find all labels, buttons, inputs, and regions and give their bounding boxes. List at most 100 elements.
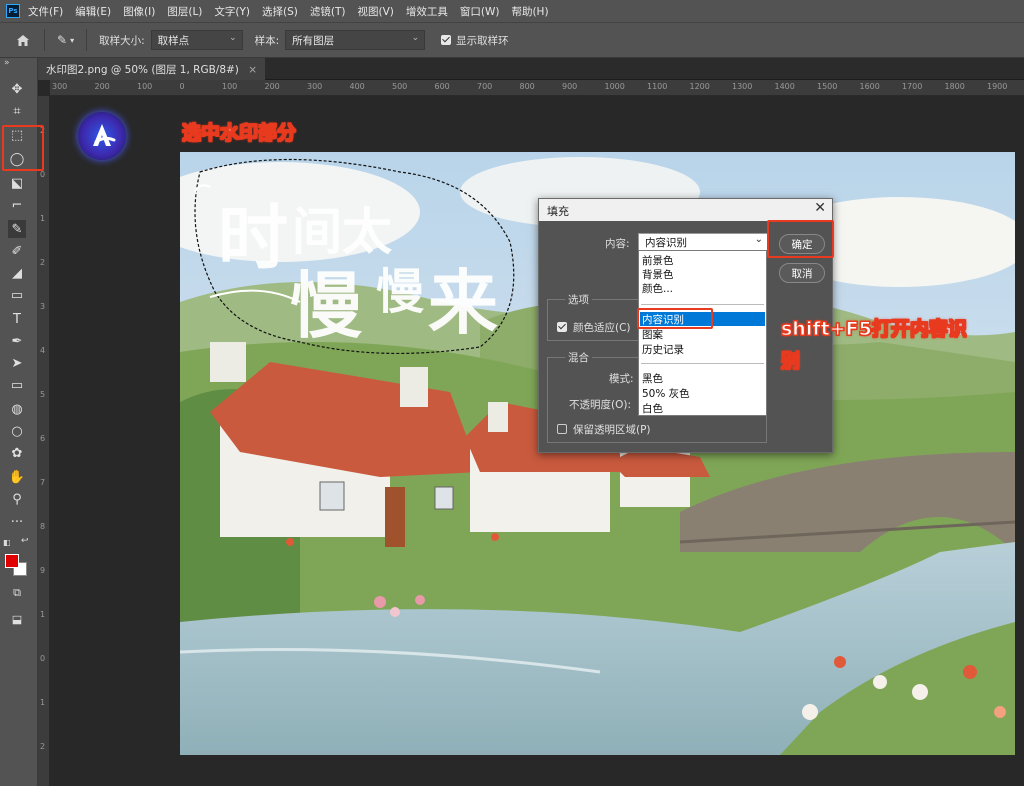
brush-icon[interactable]: ✐	[8, 242, 26, 260]
photoshop-logo-icon: Ps	[6, 4, 20, 18]
zoom-icon[interactable]: ⚲	[8, 490, 26, 508]
ruler-tick-label: 6	[40, 434, 46, 443]
show-ring-label: 显示取样环	[456, 34, 509, 47]
highlight-box-selection-tools	[2, 125, 44, 171]
logo-a-icon	[93, 124, 116, 146]
ruler-tick-label: 1	[40, 698, 46, 707]
menu-plugins[interactable]: 增效工具	[406, 4, 448, 19]
type-icon[interactable]: T	[8, 310, 26, 328]
menu-window[interactable]: 窗口(W)	[460, 4, 500, 19]
option-background[interactable]: 背景色	[642, 267, 674, 282]
vertical-ruler: 201234567891012	[38, 96, 50, 786]
dialog-titlebar: 填充 ✕	[539, 199, 832, 221]
sample-select[interactable]: 所有图层 ⌄	[285, 30, 426, 50]
ruler-tick-label: 1800	[944, 82, 965, 91]
color-adapt-label: 颜色适应(C)	[573, 322, 631, 334]
sample-size-value: 取样点	[157, 35, 190, 47]
horizontal-ruler: 300 200 100 0 100 200 300 400 500 600 700 800 900 100…	[50, 80, 1024, 96]
ruler-tick-label: 9	[40, 566, 46, 575]
crop-icon[interactable]: ⌐	[8, 196, 26, 214]
hand-icon[interactable]: ✋	[8, 468, 26, 486]
cancel-button[interactable]: 取消	[779, 263, 825, 283]
object-select-icon[interactable]: ⬕	[8, 174, 26, 192]
pen-icon[interactable]: ✒	[8, 332, 26, 350]
content-select-value: 内容识别	[645, 237, 687, 249]
menu-file[interactable]: 文件(F)	[28, 4, 63, 19]
tab-close-icon[interactable]: ×	[248, 64, 257, 76]
menu-image[interactable]: 图像(I)	[123, 4, 155, 19]
menu-layer[interactable]: 图层(L)	[167, 4, 202, 19]
option-white[interactable]: 白色	[642, 401, 663, 416]
option-black[interactable]: 黑色	[642, 371, 663, 386]
ruler-tick-label: 1300	[732, 82, 753, 91]
ruler-tick-label: 400	[349, 82, 365, 91]
document-tab[interactable]: 水印图2.png @ 50% (图层 1, RGB/8#) ×	[38, 58, 266, 80]
sample-value: 所有图层	[292, 35, 335, 47]
swap-colors-icon[interactable]: ↩	[21, 536, 29, 546]
custom-shape-icon[interactable]: ✿	[8, 444, 26, 462]
option-foreground[interactable]: 前景色	[642, 253, 674, 268]
ruler-tick-label: 0	[179, 82, 185, 91]
content-select[interactable]: 内容识别 ⌄	[638, 233, 768, 251]
ruler-tick-label: 300	[52, 82, 68, 91]
ruler-tick-label: 0	[40, 654, 46, 663]
preserve-transparency-checkbox[interactable]	[557, 424, 567, 434]
ruler-tick-label: 500	[392, 82, 408, 91]
sample-size-select[interactable]: 取样点 ⌄	[150, 30, 243, 50]
gradient-icon[interactable]: ▭	[8, 286, 26, 304]
ruler-tick-label: 600	[434, 82, 450, 91]
option-color[interactable]: 颜色...	[642, 281, 673, 296]
ruler-tick-label: 2	[40, 258, 46, 267]
options-bar: ✎ ▾ 取样大小: 取样点 ⌄ 样本: 所有图层 ⌄ 显示取样环	[0, 22, 1024, 58]
ellipse-icon[interactable]: ○	[8, 422, 26, 440]
default-colors-icon[interactable]: ◧	[3, 538, 11, 547]
artboard-icon[interactable]: ⌗	[8, 102, 26, 120]
content-label: 内容:	[605, 238, 630, 250]
eyedropper-icon[interactable]: ✎	[8, 220, 26, 238]
ruler-tick-label: 100	[222, 82, 238, 91]
ruler-tick-label: 1700	[902, 82, 923, 91]
dropdown-separator	[641, 363, 764, 364]
ruler-tick-label: 3	[40, 302, 46, 311]
home-icon[interactable]	[14, 34, 32, 47]
close-icon[interactable]: ✕	[814, 200, 826, 216]
ruler-tick-label: 5	[40, 390, 46, 399]
show-ring-checkbox[interactable]: 显示取样环	[441, 33, 509, 48]
rectangle-icon[interactable]: ▭	[8, 376, 26, 394]
path-select-icon[interactable]: ➤	[8, 354, 26, 372]
mode-label: 模式:	[609, 373, 634, 385]
blend-group-label: 混合	[565, 350, 592, 365]
color-adapt-checkbox[interactable]	[557, 322, 567, 332]
paint-bucket-icon[interactable]: ◍	[8, 400, 26, 418]
annotation-shortcut-line2: 别	[780, 350, 801, 373]
more-tools-icon[interactable]: ···	[8, 513, 26, 531]
option-pattern[interactable]: 图案	[642, 327, 663, 342]
ruler-tick-label: 1600	[859, 82, 880, 91]
menu-filter[interactable]: 滤镜(T)	[310, 4, 346, 19]
ruler-tick-label: 1500	[817, 82, 838, 91]
ruler-tick-label: 4	[40, 346, 46, 355]
highlight-box-content-aware	[637, 308, 713, 329]
eraser-icon[interactable]: ◢	[8, 264, 26, 282]
menu-type[interactable]: 文字(Y)	[214, 4, 250, 19]
chevron-down-icon: ⌄	[754, 234, 763, 245]
collapse-panel-icon[interactable]: »	[4, 58, 10, 68]
screen-mode-icon[interactable]: ⧉	[8, 584, 26, 602]
ruler-tick-label: 900	[562, 82, 578, 91]
foreground-color-swatch[interactable]	[5, 554, 19, 568]
menu-edit[interactable]: 编辑(E)	[75, 4, 111, 19]
menu-help[interactable]: 帮助(H)	[511, 4, 548, 19]
sample-size-label: 取样大小:	[99, 34, 145, 47]
dropdown-separator	[641, 304, 764, 305]
menu-view[interactable]: 视图(V)	[357, 4, 393, 19]
move-icon[interactable]: ✥	[8, 80, 26, 98]
quick-mask-icon[interactable]: ⬓	[8, 610, 26, 628]
eyedropper-preset-icon[interactable]: ✎ ▾	[57, 33, 74, 47]
ruler-tick-label: 100	[137, 82, 153, 91]
menu-select[interactable]: 选择(S)	[262, 4, 298, 19]
option-gray[interactable]: 50% 灰色	[642, 386, 690, 401]
ruler-tick-label: 0	[40, 170, 46, 179]
option-history[interactable]: 历史记录	[642, 342, 684, 357]
opacity-label: 不透明度(O):	[569, 399, 631, 411]
ruler-tick-label: 7	[40, 478, 46, 487]
